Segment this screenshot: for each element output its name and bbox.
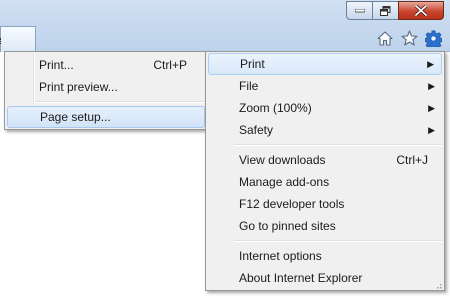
menu-item-internet-options[interactable]: Internet options bbox=[208, 245, 442, 267]
window-titlebar bbox=[0, 0, 450, 52]
menu-item-label: Internet options bbox=[239, 249, 322, 263]
menu-item-pinned-sites[interactable]: Go to pinned sites bbox=[208, 215, 442, 237]
menu-item-label: File bbox=[239, 79, 259, 93]
tools-menu: Print ▶ File ▶ Zoom (100%) ▶ Safety ▶ Vi… bbox=[205, 51, 445, 292]
menu-item-label: Go to pinned sites bbox=[239, 219, 336, 233]
print-submenu: Print... Ctrl+P Print preview... Page se… bbox=[4, 51, 208, 130]
gear-icon[interactable] bbox=[424, 29, 442, 47]
menu-item-print[interactable]: Print... Ctrl+P bbox=[7, 54, 205, 76]
menu-item-label: Print... bbox=[39, 58, 74, 72]
menu-item-label: Safety bbox=[239, 123, 274, 137]
menu-item-manage-addons[interactable]: Manage add-ons bbox=[208, 171, 442, 193]
submenu-arrow-icon: ▶ bbox=[428, 103, 435, 113]
menu-item-label: Page setup... bbox=[40, 110, 111, 124]
menu-item-page-setup[interactable]: Page setup... bbox=[7, 106, 205, 128]
restore-icon bbox=[380, 5, 391, 16]
menu-item-developer-tools[interactable]: F12 developer tools bbox=[208, 193, 442, 215]
menu-item-about[interactable]: About Internet Explorer bbox=[208, 267, 442, 289]
menu-item-safety[interactable]: Safety ▶ bbox=[208, 119, 442, 141]
menu-item-shortcut: Ctrl+P bbox=[153, 58, 187, 72]
minimize-button[interactable] bbox=[346, 1, 373, 20]
menu-item-label: Zoom (100%) bbox=[239, 101, 312, 115]
close-button[interactable] bbox=[398, 1, 444, 20]
menu-item-view-downloads[interactable]: View downloads Ctrl+J bbox=[208, 149, 442, 171]
window-controls bbox=[346, 1, 444, 21]
menu-item-print-preview[interactable]: Print preview... bbox=[7, 76, 205, 98]
menu-separator bbox=[234, 240, 442, 242]
menu-item-label: Print preview... bbox=[39, 80, 118, 94]
minimize-icon bbox=[354, 8, 365, 13]
menu-item-zoom[interactable]: Zoom (100%) ▶ bbox=[208, 97, 442, 119]
menu-item-label: F12 developer tools bbox=[239, 197, 345, 211]
menu-item-label: View downloads bbox=[239, 153, 326, 167]
menu-item-shortcut: Ctrl+J bbox=[396, 153, 428, 167]
menu-item-label: About Internet Explorer bbox=[239, 271, 363, 285]
star-icon[interactable] bbox=[400, 29, 418, 47]
restore-button[interactable] bbox=[372, 1, 399, 20]
home-icon[interactable] bbox=[376, 29, 394, 47]
resize-grip-icon[interactable] bbox=[434, 281, 442, 292]
menu-item-label: Manage add-ons bbox=[239, 175, 330, 189]
menu-item-label: Print bbox=[240, 57, 265, 71]
menu-separator bbox=[35, 101, 205, 103]
submenu-arrow-icon: ▶ bbox=[427, 59, 434, 69]
submenu-arrow-icon: ▶ bbox=[428, 81, 435, 91]
menu-item-print[interactable]: Print ▶ bbox=[208, 53, 442, 75]
command-bar bbox=[376, 29, 442, 47]
tab-edge bbox=[0, 38, 3, 44]
close-icon bbox=[415, 5, 427, 16]
submenu-arrow-icon: ▶ bbox=[428, 125, 435, 135]
browser-tab[interactable] bbox=[0, 26, 36, 52]
menu-separator bbox=[234, 144, 442, 146]
menu-item-file[interactable]: File ▶ bbox=[208, 75, 442, 97]
